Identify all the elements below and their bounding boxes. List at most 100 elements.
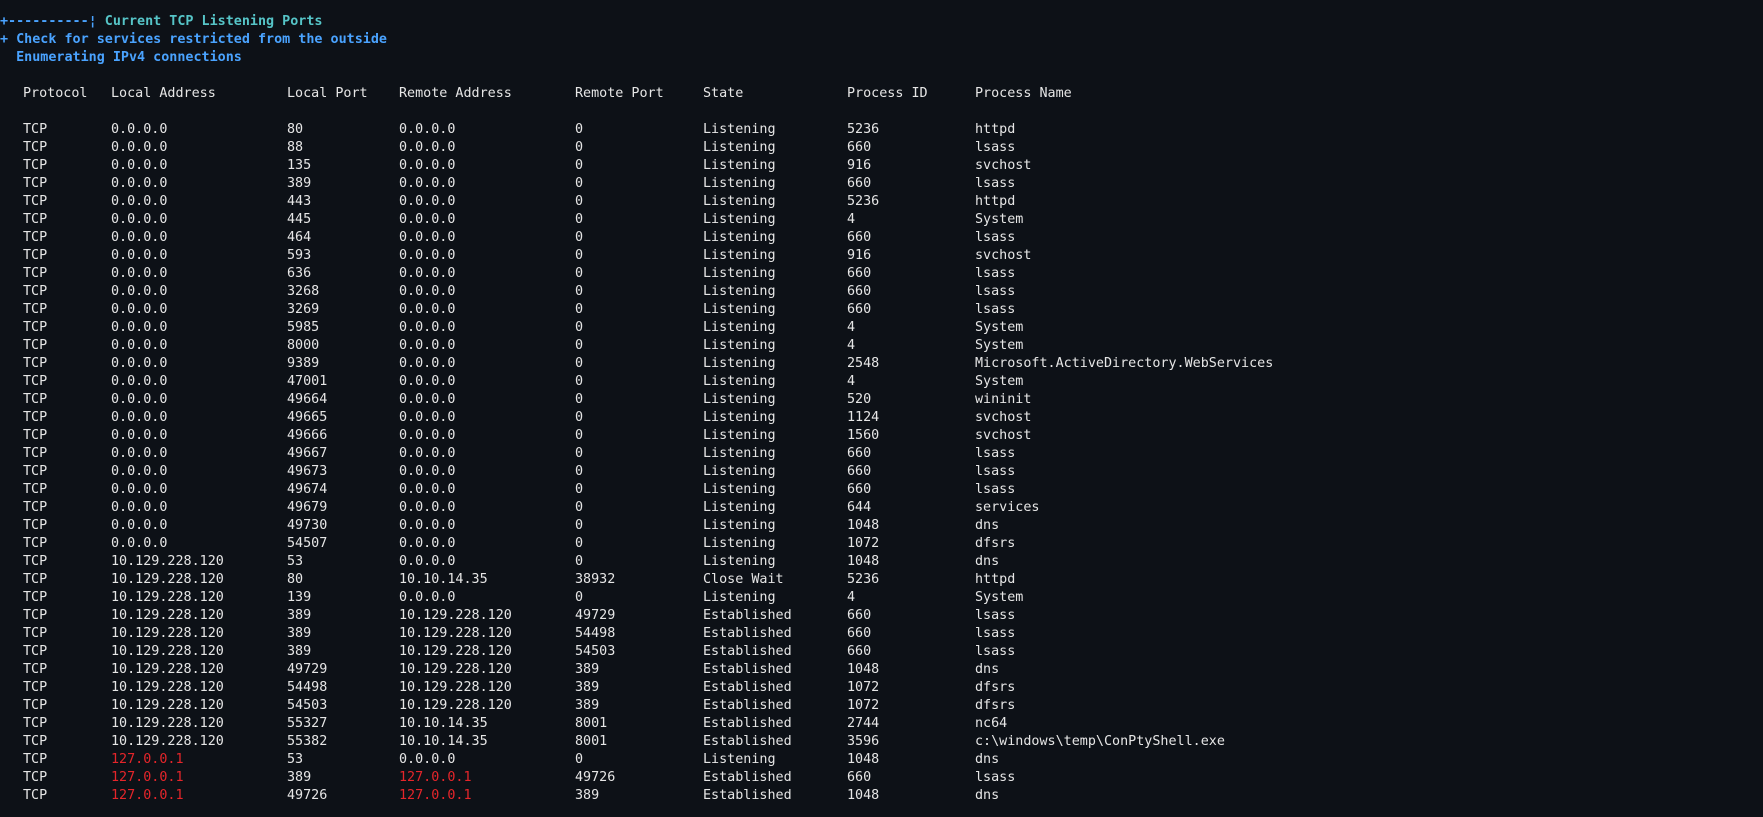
cell-process-id: 1048 — [847, 518, 880, 533]
table-row: TCP 0.0.0.0 8000 0.0.0.0 0 Listening 4 System — [0, 337, 1763, 355]
cell-process-name: httpd — [975, 122, 1016, 137]
cell-remote-port: 0 — [575, 590, 584, 605]
cell-remote-address: 0.0.0.0 — [399, 212, 456, 227]
cell-process-id: 1124 — [847, 410, 880, 425]
cell-remote-port: 0 — [575, 158, 584, 173]
cell-state: Listening — [703, 410, 776, 425]
cell-state: Listening — [703, 392, 776, 407]
cell-remote-port: 0 — [575, 464, 584, 479]
cell-local-port: 55327 — [287, 716, 328, 731]
cell-process-name: System — [975, 374, 1024, 389]
cell-state: Established — [703, 788, 792, 803]
cell-protocol: TCP — [23, 230, 48, 245]
cell-process-id: 660 — [847, 446, 872, 461]
cell-protocol: TCP — [23, 284, 48, 299]
cell-remote-address: 0.0.0.0 — [399, 338, 456, 353]
cell-remote-port: 0 — [575, 536, 584, 551]
cell-local-address: 0.0.0.0 — [111, 122, 168, 137]
cell-remote-address: 0.0.0.0 — [399, 374, 456, 389]
cell-remote-port: 389 — [575, 680, 600, 695]
cell-protocol: TCP — [23, 446, 48, 461]
cell-local-address: 10.129.228.120 — [111, 680, 224, 695]
cell-protocol: TCP — [23, 716, 48, 731]
cell-local-port: 49664 — [287, 392, 328, 407]
cell-state: Listening — [703, 122, 776, 137]
cell-local-address: 0.0.0.0 — [111, 374, 168, 389]
cell-remote-port: 0 — [575, 320, 584, 335]
cell-process-name: lsass — [975, 140, 1016, 155]
cell-process-name: services — [975, 500, 1040, 515]
cell-local-address: 0.0.0.0 — [111, 266, 168, 281]
cell-protocol: TCP — [23, 428, 48, 443]
cell-state: Established — [703, 716, 792, 731]
cell-remote-port: 0 — [575, 374, 584, 389]
cell-local-address: 0.0.0.0 — [111, 500, 168, 515]
cell-remote-address: 127.0.0.1 — [399, 770, 472, 785]
cell-protocol: TCP — [23, 140, 48, 155]
cell-local-port: 49667 — [287, 446, 328, 461]
cell-state: Listening — [703, 284, 776, 299]
cell-remote-address: 0.0.0.0 — [399, 302, 456, 317]
cell-remote-address: 10.129.228.120 — [399, 662, 512, 677]
table-row: TCP 127.0.0.1 49726 127.0.0.1 389 Established… — [0, 787, 1763, 805]
cell-local-address: 10.129.228.120 — [111, 572, 224, 587]
cell-protocol: TCP — [23, 482, 48, 497]
cell-process-id: 5236 — [847, 194, 880, 209]
cell-local-port: 389 — [287, 626, 312, 641]
cell-remote-address: 10.129.228.120 — [399, 644, 512, 659]
cell-process-name: httpd — [975, 194, 1016, 209]
cell-remote-port: 0 — [575, 248, 584, 263]
cell-local-address: 10.129.228.120 — [111, 716, 224, 731]
cell-protocol: TCP — [23, 536, 48, 551]
table-row: TCP 0.0.0.0 88 0.0.0.0 0 Listening 660 lsass — [0, 139, 1763, 157]
cell-state: Listening — [703, 446, 776, 461]
cell-remote-port: 0 — [575, 140, 584, 155]
cell-process-name: lsass — [975, 302, 1016, 317]
cell-process-name: nc64 — [975, 716, 1008, 731]
col-header-remote-port: Remote Port — [575, 86, 664, 101]
cell-protocol: TCP — [23, 194, 48, 209]
cell-local-address: 0.0.0.0 — [111, 536, 168, 551]
cell-remote-port: 389 — [575, 662, 600, 677]
cell-local-port: 389 — [287, 608, 312, 623]
cell-remote-address: 0.0.0.0 — [399, 284, 456, 299]
cell-local-address: 0.0.0.0 — [111, 158, 168, 173]
cell-remote-address: 10.129.228.120 — [399, 626, 512, 641]
cell-process-name: dns — [975, 752, 1000, 767]
table-row: TCP 0.0.0.0 49665 0.0.0.0 0 Listening 1124 svch… — [0, 409, 1763, 427]
enumerating-line: Enumerating IPv4 connections — [0, 50, 242, 65]
cell-remote-port: 0 — [575, 122, 584, 137]
cell-state: Listening — [703, 554, 776, 569]
cell-process-name: lsass — [975, 608, 1016, 623]
cell-process-name: lsass — [975, 230, 1016, 245]
cell-local-port: 80 — [287, 122, 304, 137]
cell-local-port: 49674 — [287, 482, 328, 497]
cell-process-id: 1560 — [847, 428, 880, 443]
cell-protocol: TCP — [23, 266, 48, 281]
cell-process-id: 916 — [847, 248, 872, 263]
cell-state: Listening — [703, 482, 776, 497]
cell-local-port: 55382 — [287, 734, 328, 749]
cell-remote-address: 0.0.0.0 — [399, 230, 456, 245]
cell-local-address: 10.129.228.120 — [111, 626, 224, 641]
col-header-process-id: Process ID — [847, 86, 928, 101]
cell-process-id: 1048 — [847, 788, 880, 803]
cell-protocol: TCP — [23, 734, 48, 749]
cell-local-address: 10.129.228.120 — [111, 644, 224, 659]
cell-state: Listening — [703, 140, 776, 155]
table-row: TCP 10.129.228.120 389 10.129.228.120 54498 E… — [0, 625, 1763, 643]
cell-local-address: 0.0.0.0 — [111, 212, 168, 227]
cell-local-address: 0.0.0.0 — [111, 248, 168, 263]
cell-process-id: 5236 — [847, 122, 880, 137]
cell-process-id: 660 — [847, 284, 872, 299]
cell-remote-port: 54503 — [575, 644, 616, 659]
table-row: TCP 0.0.0.0 135 0.0.0.0 0 Listening 916 svchost — [0, 157, 1763, 175]
cell-state: Listening — [703, 428, 776, 443]
cell-remote-address: 0.0.0.0 — [399, 122, 456, 137]
cell-state: Listening — [703, 536, 776, 551]
cell-local-address: 0.0.0.0 — [111, 284, 168, 299]
cell-process-name: lsass — [975, 464, 1016, 479]
cell-protocol: TCP — [23, 176, 48, 191]
cell-protocol: TCP — [23, 626, 48, 641]
cell-remote-address: 10.129.228.120 — [399, 698, 512, 713]
